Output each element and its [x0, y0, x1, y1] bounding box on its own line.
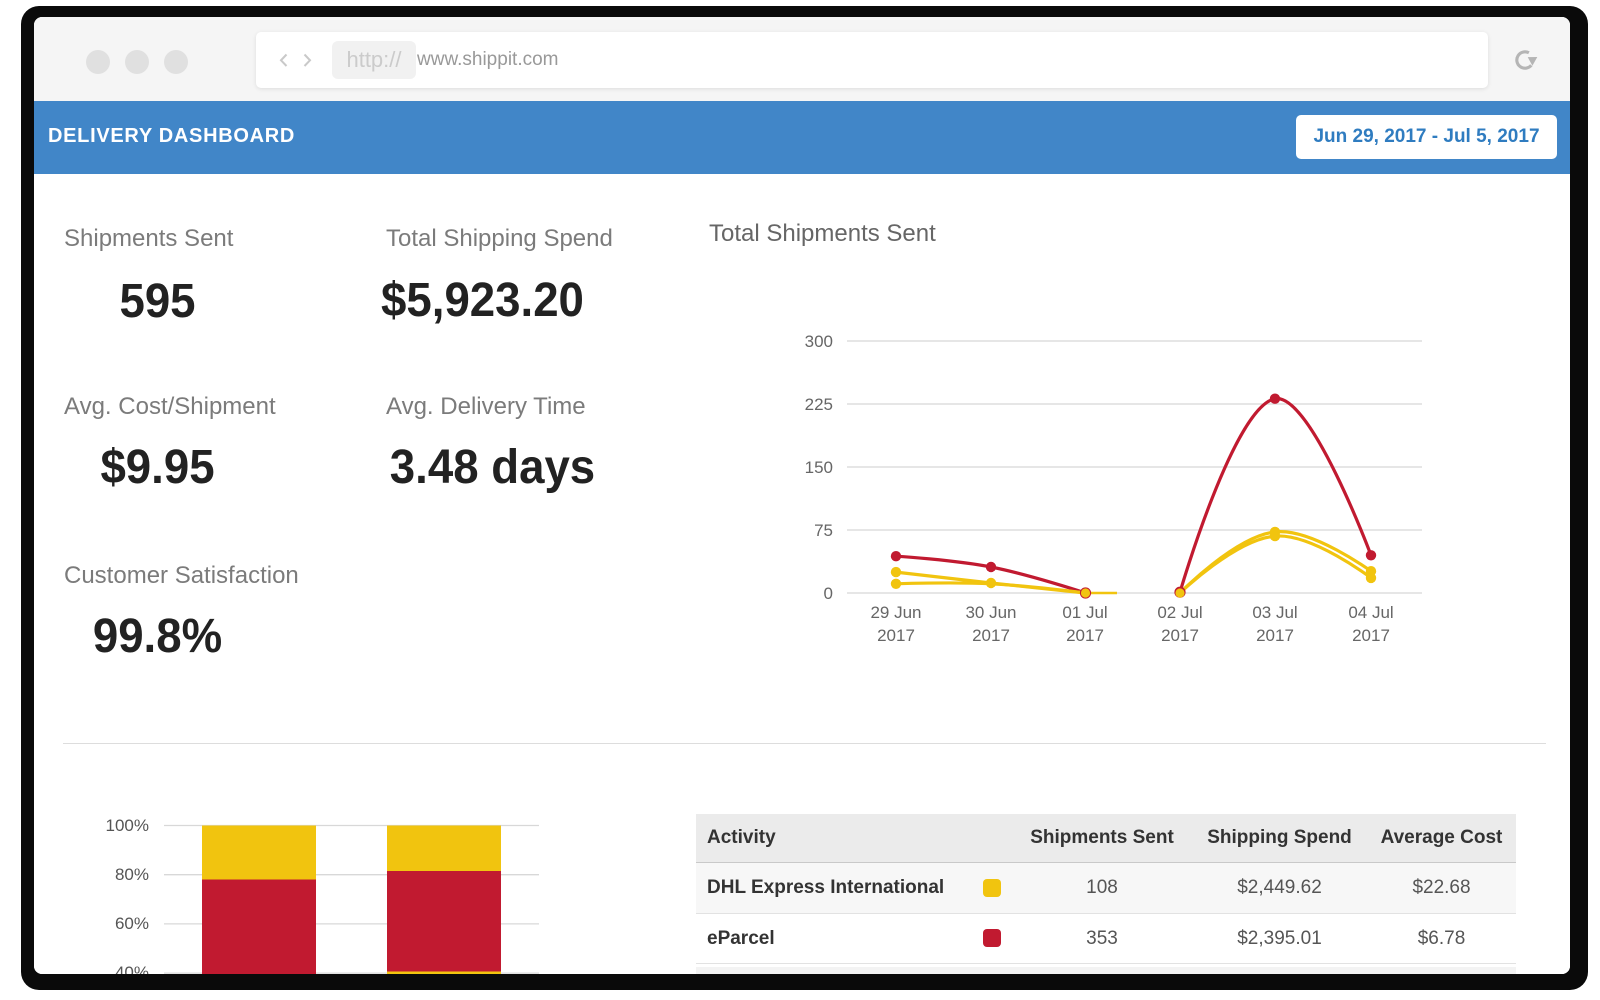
svg-text:29 Jun: 29 Jun — [870, 603, 921, 622]
svg-text:04 Jul: 04 Jul — [1348, 603, 1393, 622]
svg-text:2017: 2017 — [1352, 626, 1390, 645]
svg-text:2017: 2017 — [1161, 626, 1199, 645]
svg-text:80%: 80% — [115, 865, 149, 884]
svg-text:225: 225 — [805, 395, 833, 414]
svg-text:0: 0 — [824, 584, 833, 603]
svg-text:2017: 2017 — [877, 626, 915, 645]
svg-text:300: 300 — [805, 332, 833, 351]
svg-text:2017: 2017 — [972, 626, 1010, 645]
svg-text:02 Jul: 02 Jul — [1157, 603, 1202, 622]
svg-text:40%: 40% — [115, 963, 149, 974]
svg-text:60%: 60% — [115, 914, 149, 933]
svg-text:100%: 100% — [106, 816, 149, 835]
svg-text:2017: 2017 — [1066, 626, 1104, 645]
svg-text:75: 75 — [814, 521, 833, 540]
svg-text:2017: 2017 — [1256, 626, 1294, 645]
svg-text:30 Jun: 30 Jun — [965, 603, 1016, 622]
svg-text:03 Jul: 03 Jul — [1252, 603, 1297, 622]
svg-text:150: 150 — [805, 458, 833, 477]
svg-text:01 Jul: 01 Jul — [1062, 603, 1107, 622]
